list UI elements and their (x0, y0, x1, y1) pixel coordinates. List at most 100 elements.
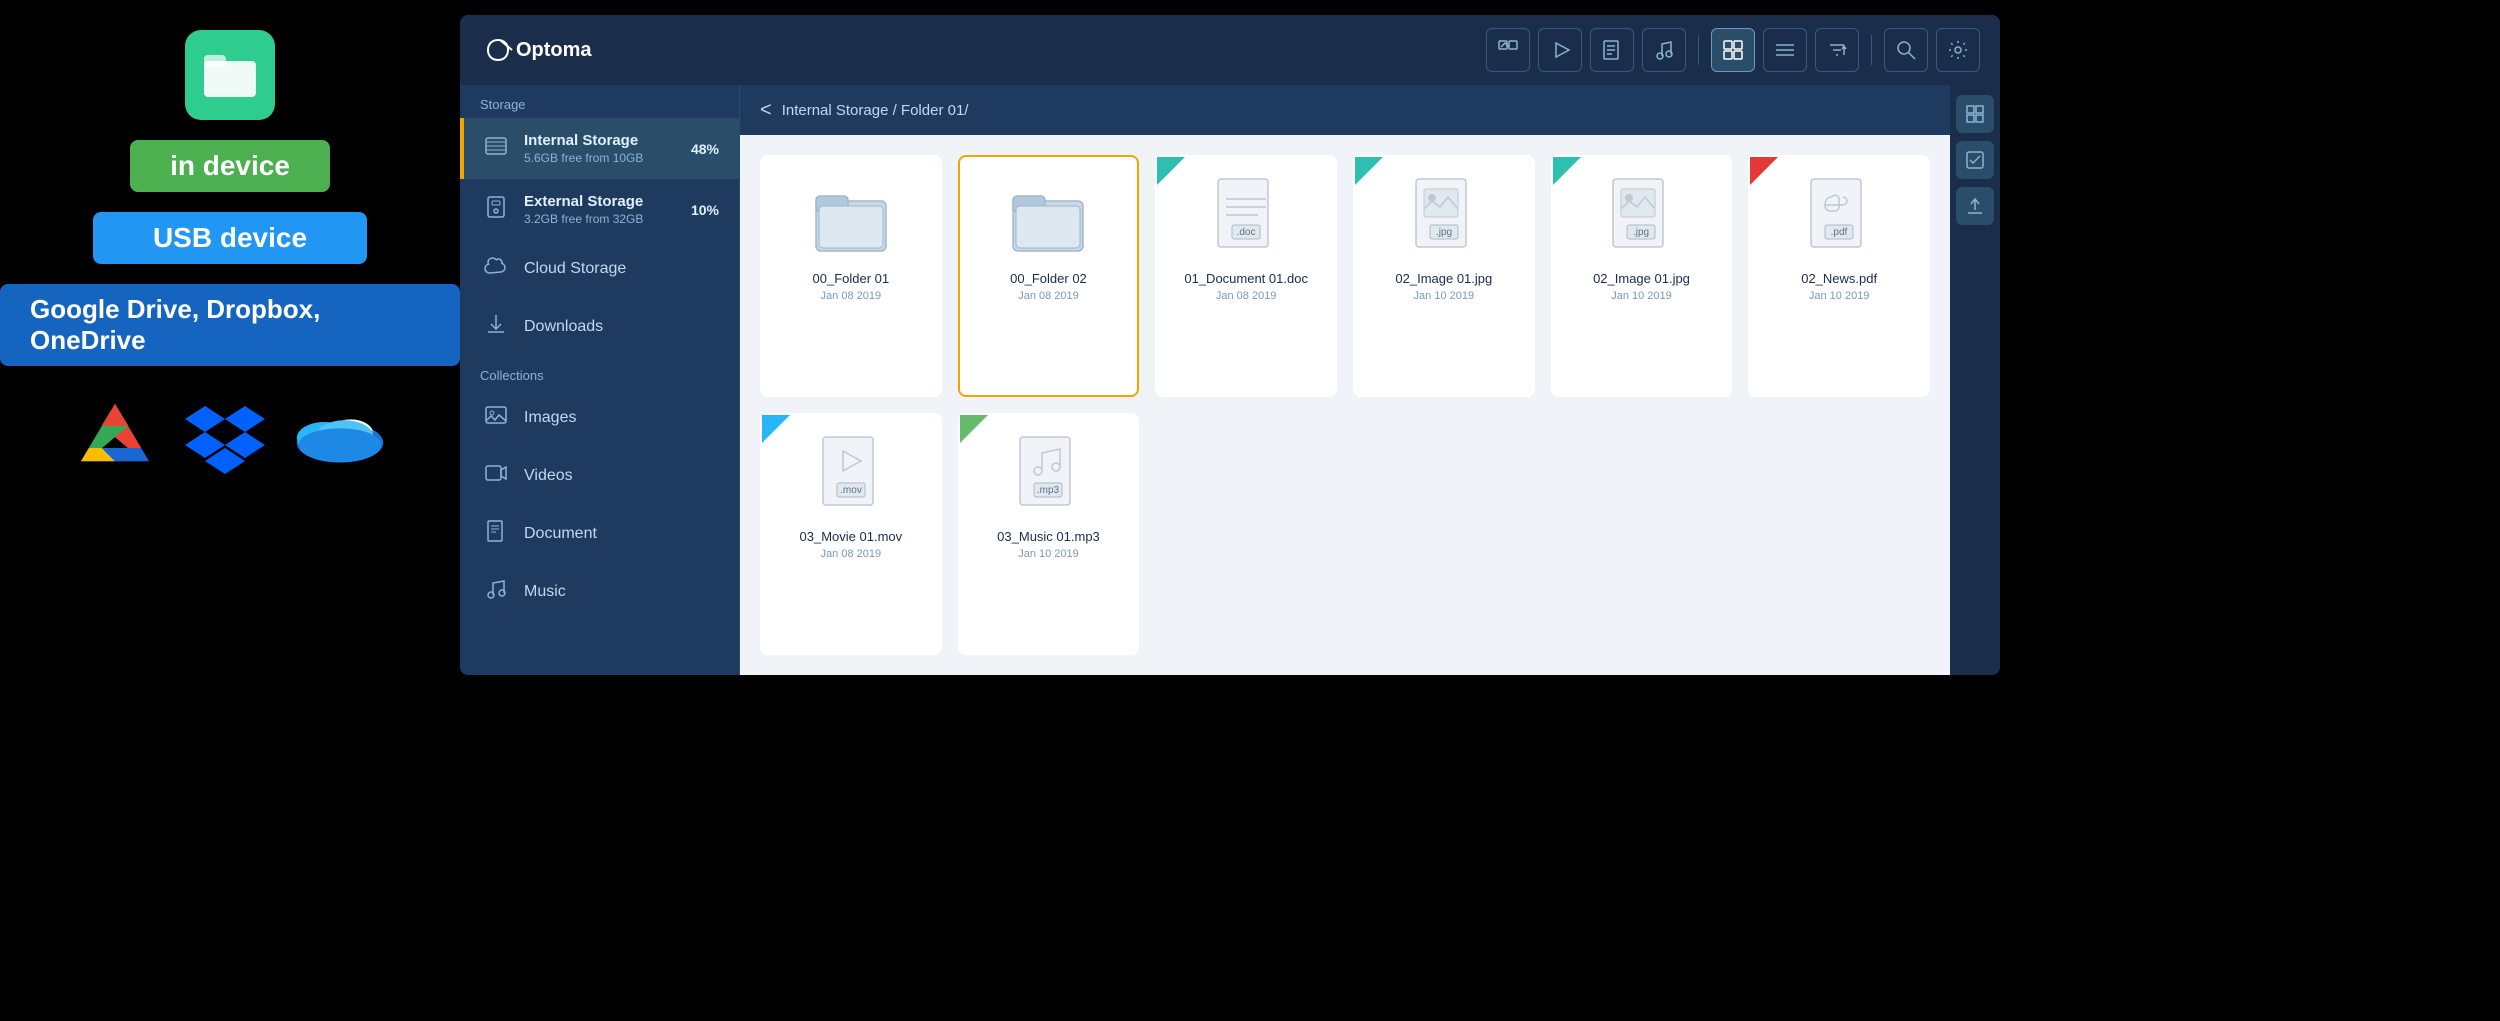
pdf01-name: 02_News.pdf (1801, 271, 1877, 286)
sort-btn[interactable] (1815, 28, 1859, 72)
sidebar-item-videos[interactable]: Videos (460, 447, 739, 505)
app-window: Optoma (460, 15, 2000, 675)
videos-label: Videos (524, 467, 573, 485)
external-storage-info: External Storage 3.2GB free from 32GB (524, 193, 675, 226)
file-item-img01a[interactable]: .jpg 02_Image 01.jpg Jan 10 2019 (1353, 155, 1535, 397)
main-content: Storage Internal Storage 5.6GB free from… (460, 85, 2000, 675)
file-item-pdf01[interactable]: .pdf 02_News.pdf Jan 10 2019 (1748, 155, 1930, 397)
mov01-date: Jan 08 2019 (821, 548, 882, 560)
toolbar: Optoma (460, 15, 2000, 85)
cloud-label[interactable]: Google Drive, Dropbox, OneDrive (0, 284, 460, 366)
internal-storage-pct: 48% (691, 141, 719, 157)
music-label: Music (524, 583, 566, 601)
dropbox-icon (185, 396, 265, 476)
external-storage-name: External Storage (524, 193, 675, 210)
img01a-thumb: .jpg (1399, 173, 1489, 263)
filter-doc-btn[interactable] (1590, 28, 1634, 72)
file-item-mp301[interactable]: .mp3 03_Music 01.mp3 Jan 10 2019 (958, 413, 1140, 655)
music-icon (484, 577, 508, 607)
file-item-mov01[interactable]: .mov 03_Movie 01.mov Jan 08 2019 (760, 413, 942, 655)
folder01-date: Jan 08 2019 (821, 290, 882, 302)
storage-section-label: Storage (460, 85, 739, 118)
document-label: Document (524, 525, 597, 543)
img01a-date: Jan 10 2019 (1414, 290, 1475, 302)
toolbar-actions (1486, 28, 1980, 72)
divider2 (1871, 35, 1872, 65)
file-item-folder01[interactable]: 00_Folder 01 Jan 08 2019 (760, 155, 942, 397)
svg-text:Optoma: Optoma (516, 39, 592, 61)
divider1 (1698, 35, 1699, 65)
view-list-btn[interactable] (1763, 28, 1807, 72)
internal-storage-icon (484, 134, 508, 164)
cloud-storage-label: Cloud Storage (524, 260, 626, 278)
folder01-thumb (806, 173, 896, 263)
folder02-thumb (1003, 173, 1093, 263)
corner-green-mp301 (960, 415, 988, 443)
sidebar-item-music[interactable]: Music (460, 563, 739, 621)
sidebar-item-document[interactable]: Document (460, 505, 739, 563)
sidebar-item-internal[interactable]: Internal Storage 5.6GB free from 10GB 48… (460, 118, 739, 179)
action-upload-btn[interactable] (1956, 187, 1994, 225)
img01b-name: 02_Image 01.jpg (1593, 271, 1690, 286)
download-icon (484, 312, 508, 342)
cloud-logos (75, 396, 385, 476)
corner-teal-img01a (1355, 157, 1383, 185)
folder-icon-box (185, 30, 275, 120)
file-area: < Internal Storage / Folder 01/ 00_Folde… (740, 85, 1950, 675)
file-item-doc01[interactable]: .doc 01_Document 01.doc Jan 08 2019 (1155, 155, 1337, 397)
breadcrumb-back-btn[interactable]: < (760, 99, 772, 122)
svg-text:.pdf: .pdf (1831, 227, 1848, 238)
action-check-btn[interactable] (1956, 141, 1994, 179)
usb-label[interactable]: USB device (93, 212, 367, 264)
file-item-img01b[interactable]: .jpg 02_Image 01.jpg Jan 10 2019 (1551, 155, 1733, 397)
external-storage-pct: 10% (691, 202, 719, 218)
images-icon (484, 403, 508, 433)
sidebar-item-cloud[interactable]: Cloud Storage (460, 240, 739, 298)
sidebar-item-downloads[interactable]: Downloads (460, 298, 739, 356)
filter-music-btn[interactable] (1642, 28, 1686, 72)
file-item-folder02[interactable]: 00_Folder 02 Jan 08 2019 (958, 155, 1140, 397)
in-device-label[interactable]: in device (130, 140, 330, 192)
filter-video-btn[interactable] (1538, 28, 1582, 72)
mp301-thumb: .mp3 (1003, 431, 1093, 521)
right-action-panel (1950, 85, 2000, 675)
pdf01-thumb: .pdf (1794, 173, 1884, 263)
left-panel: in device USB device Google Drive, Dropb… (0, 0, 460, 1021)
downloads-label: Downloads (524, 318, 603, 336)
svg-text:.mp3: .mp3 (1037, 485, 1060, 496)
svg-text:.doc: .doc (1237, 227, 1256, 238)
breadcrumb-bar: < Internal Storage / Folder 01/ (740, 85, 1950, 135)
folder02-date: Jan 08 2019 (1018, 290, 1079, 302)
document-icon (484, 519, 508, 549)
file-grid: 00_Folder 01 Jan 08 2019 00_Folder 02 Ja… (740, 135, 1950, 675)
optoma-logo: Optoma (480, 34, 610, 66)
mov01-thumb: .mov (806, 431, 896, 521)
corner-blue-mov01 (762, 415, 790, 443)
search-btn[interactable] (1884, 28, 1928, 72)
sidebar-item-images[interactable]: Images (460, 389, 739, 447)
action-expand-btn[interactable] (1956, 95, 1994, 133)
folder-icon (202, 47, 258, 103)
internal-storage-info: Internal Storage 5.6GB free from 10GB (524, 132, 675, 165)
mp301-date: Jan 10 2019 (1018, 548, 1079, 560)
img01b-date: Jan 10 2019 (1611, 290, 1672, 302)
external-storage-icon (484, 195, 508, 225)
mp301-name: 03_Music 01.mp3 (997, 529, 1100, 544)
doc01-name: 01_Document 01.doc (1184, 271, 1308, 286)
doc01-thumb: .doc (1201, 173, 1291, 263)
settings-btn[interactable] (1936, 28, 1980, 72)
svg-text:.mov: .mov (840, 485, 862, 496)
corner-teal-doc01 (1157, 157, 1185, 185)
img01a-name: 02_Image 01.jpg (1395, 271, 1492, 286)
view-grid-btn[interactable] (1711, 28, 1755, 72)
folder01-name: 00_Folder 01 (813, 271, 890, 286)
internal-storage-name: Internal Storage (524, 132, 675, 149)
sidebar-item-external[interactable]: External Storage 3.2GB free from 32GB 10… (460, 179, 739, 240)
images-label: Images (524, 409, 576, 427)
filter-images-btn[interactable] (1486, 28, 1530, 72)
logo: Optoma (480, 34, 610, 66)
pdf01-date: Jan 10 2019 (1809, 290, 1870, 302)
breadcrumb-path: Internal Storage / Folder 01/ (782, 102, 969, 119)
google-drive-icon (75, 396, 155, 476)
doc01-date: Jan 08 2019 (1216, 290, 1277, 302)
